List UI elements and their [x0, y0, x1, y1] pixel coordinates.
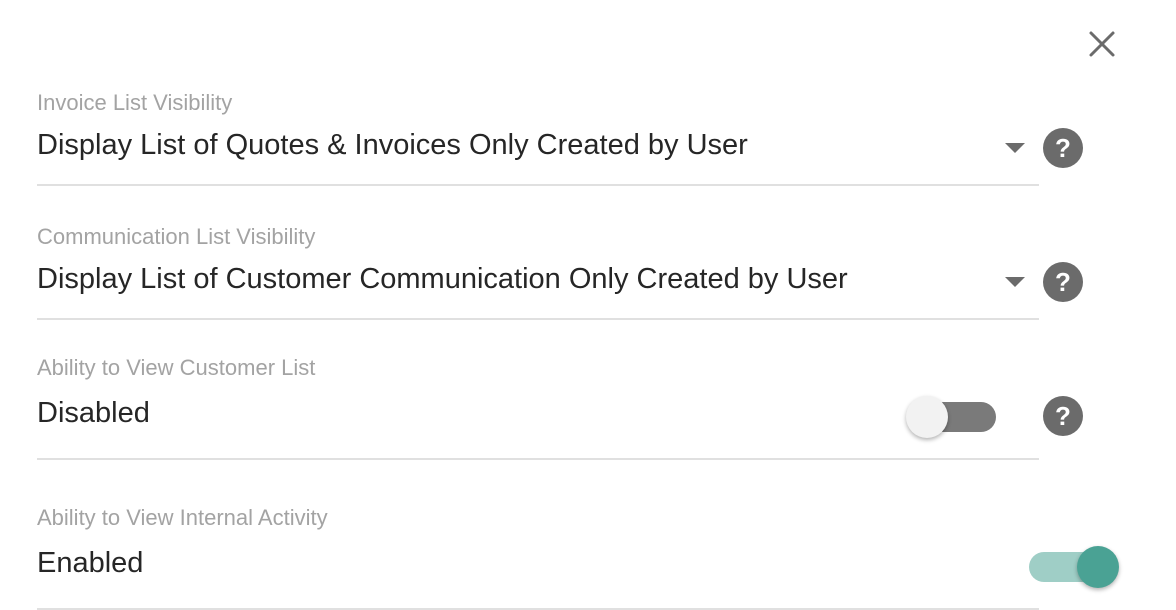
communication-list-visibility-select[interactable]: Display List of Customer Communication O…	[37, 263, 848, 296]
field-label: Communication List Visibility	[37, 224, 316, 249]
communication-list-visibility-field: Communication List Visibility Display Li…	[37, 222, 1083, 320]
chevron-down-icon[interactable]	[1005, 143, 1025, 153]
svg-text:?: ?	[1055, 267, 1071, 297]
close-button[interactable]	[1084, 26, 1120, 62]
svg-text:?: ?	[1055, 133, 1071, 163]
svg-text:?: ?	[1055, 401, 1071, 431]
help-circle-icon[interactable]: ?	[1043, 262, 1083, 302]
toggle-state-text: Enabled	[37, 547, 144, 579]
invoice-list-visibility-field: Invoice List Visibility Display List of …	[37, 88, 1083, 186]
toggle-knob	[906, 396, 948, 438]
chevron-down-icon[interactable]	[1005, 277, 1025, 287]
customer-list-toggle[interactable]	[906, 395, 998, 439]
internal-activity-access-field: Ability to View Internal Activity Enable…	[37, 503, 1119, 610]
invoice-list-visibility-select[interactable]: Display List of Quotes & Invoices Only C…	[37, 129, 748, 162]
toggle-state-text: Disabled	[37, 397, 150, 429]
customer-list-access-field: Ability to View Customer List Disabled ?	[37, 353, 1083, 460]
field-label: Ability to View Customer List	[37, 355, 316, 380]
settings-panel: Invoice List Visibility Display List of …	[0, 0, 1176, 610]
help-circle-icon[interactable]: ?	[1043, 396, 1083, 436]
internal-activity-toggle[interactable]	[1029, 545, 1121, 589]
close-icon	[1089, 31, 1115, 57]
help-circle-icon[interactable]: ?	[1043, 128, 1083, 168]
field-label: Ability to View Internal Activity	[37, 505, 328, 530]
toggle-knob	[1077, 546, 1119, 588]
field-label: Invoice List Visibility	[37, 90, 233, 115]
